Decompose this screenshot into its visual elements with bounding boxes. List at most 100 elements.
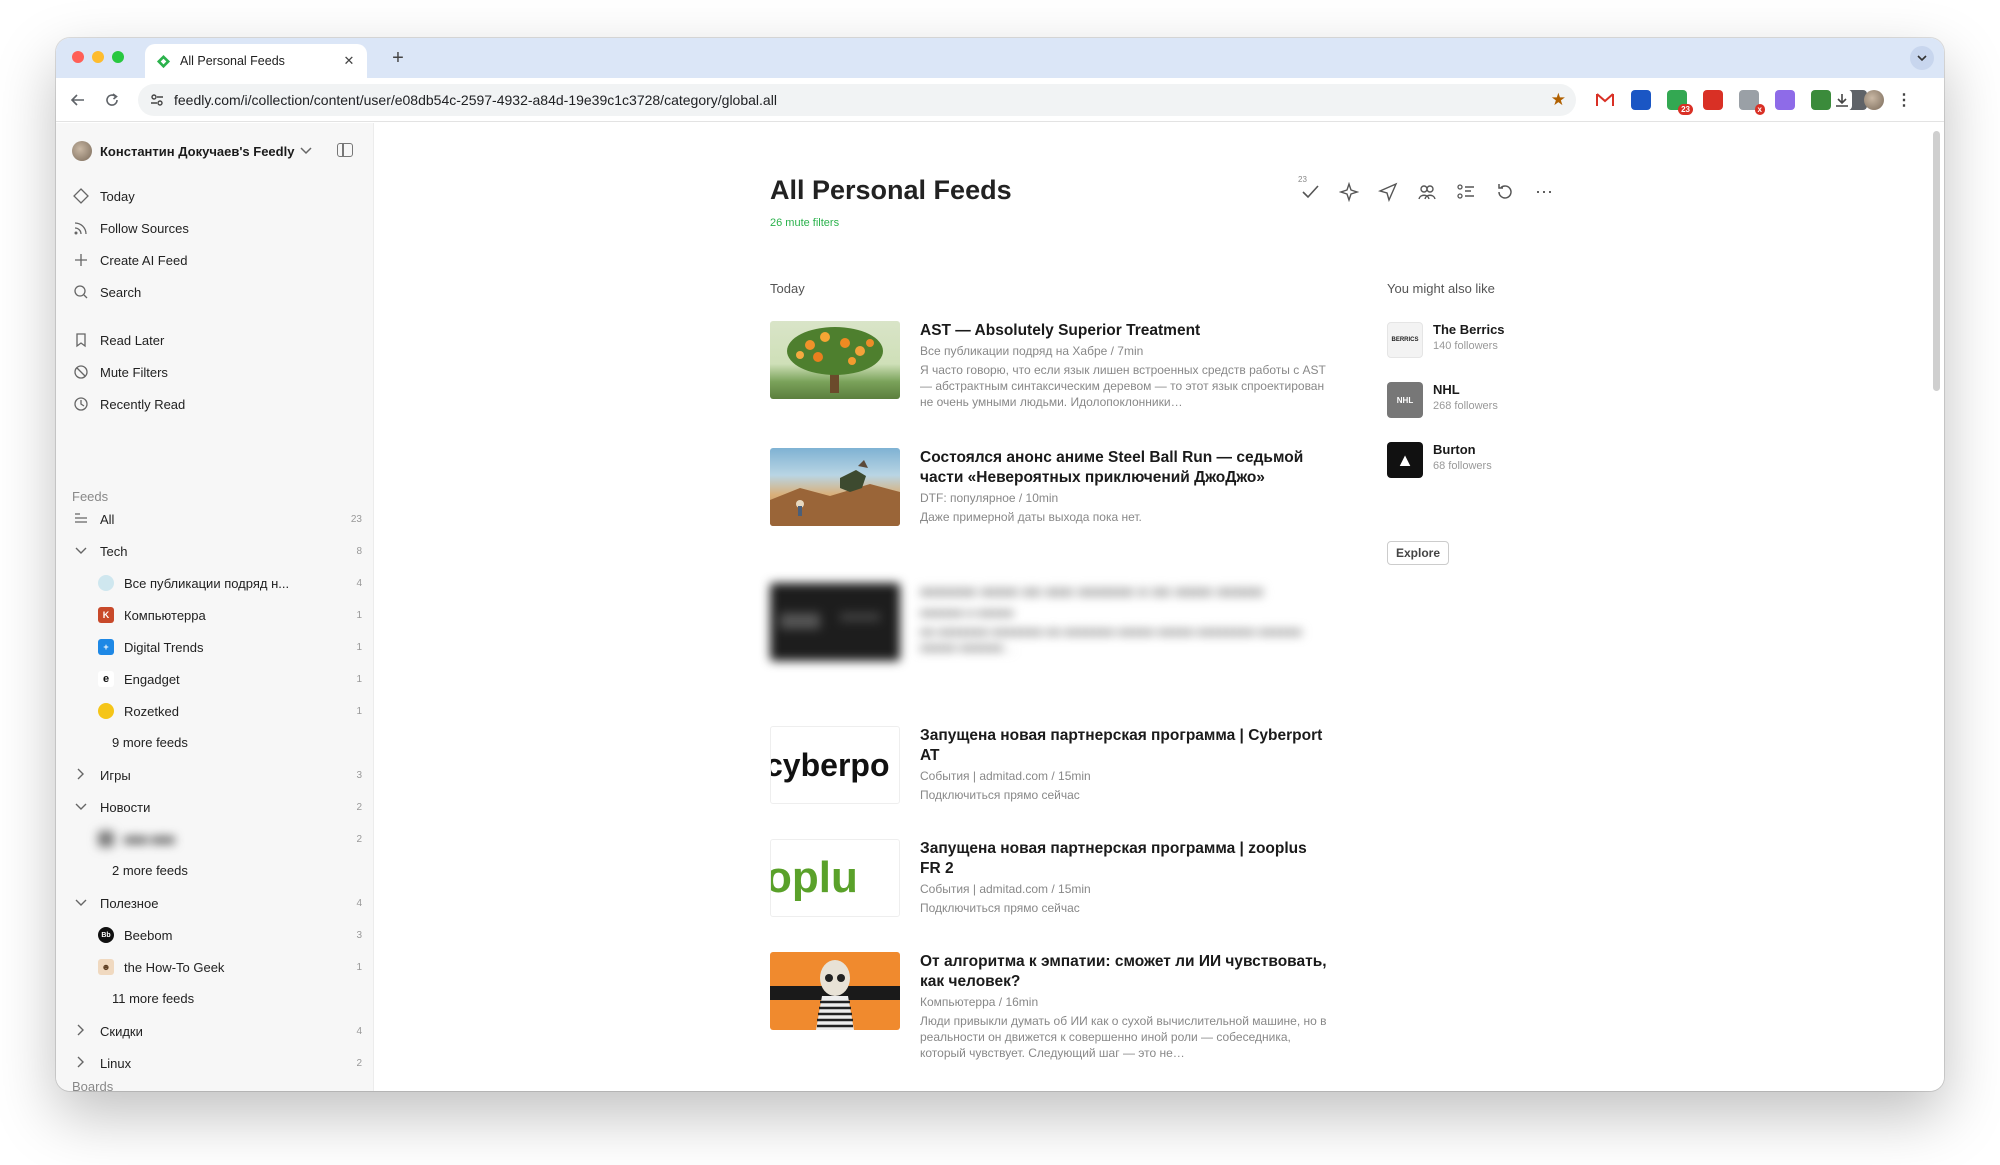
article-thumbnail[interactable] (770, 583, 900, 661)
feed-label: Digital Trends (124, 639, 204, 655)
team-icon[interactable] (1414, 179, 1440, 205)
minimize-window-button[interactable] (92, 51, 104, 63)
green-extension-icon[interactable]: 23 (1667, 90, 1693, 115)
scrollbar[interactable] (1933, 131, 1940, 391)
feed-count: 2 (356, 833, 362, 845)
chevron-right-icon[interactable] (72, 1024, 90, 1039)
layout-list-icon[interactable] (1453, 179, 1479, 205)
explore-button[interactable]: Explore (1387, 541, 1449, 565)
active-tab[interactable]: All Personal Feeds ✕ (145, 44, 367, 78)
nav-follow-sources[interactable]: Follow Sources (72, 217, 189, 239)
article-thumbnail[interactable] (770, 321, 900, 399)
recommendation-name: The Berrics (1433, 322, 1505, 337)
article-thumbnail[interactable]: oplu (770, 839, 900, 917)
nav-read-later[interactable]: Read Later (72, 329, 164, 351)
refresh-icon[interactable] (1492, 179, 1518, 205)
account-switcher[interactable]: Константин Докучаев's Feedly (72, 141, 312, 161)
article-card[interactable]: cyberpo Запущена новая партнерская прогр… (770, 726, 1330, 816)
recommendation-item[interactable]: BERRICS The Berrics 140 followers (1387, 322, 1505, 358)
article-thumbnail[interactable] (770, 952, 900, 1030)
reload-button[interactable] (100, 88, 124, 112)
nav-search[interactable]: Search (72, 281, 141, 303)
profile-avatar[interactable] (1864, 90, 1884, 110)
feed-engadget[interactable]: e Engadget 1 (72, 668, 362, 690)
feed-rozetked[interactable]: Rozetked 1 (72, 700, 362, 722)
feed-habr[interactable]: Все публикации подряд н... 4 (72, 572, 362, 594)
nav-today-label: Today (100, 188, 135, 204)
bookmark-star-icon[interactable]: ★ (1551, 90, 1566, 110)
nav-mute-filters[interactable]: Mute Filters (72, 361, 168, 383)
more-options-icon[interactable]: ⋯ (1531, 179, 1557, 205)
chevron-right-icon[interactable] (72, 1056, 90, 1071)
feed-redacted[interactable]: ■■■ ■■■ 2 (72, 828, 362, 850)
article-card[interactable]: От алгоритма к эмпатии: сможет ли ИИ чув… (770, 952, 1330, 1062)
tech-more-feeds-link[interactable]: 9 more feeds (112, 735, 188, 750)
blue-extension-icon[interactable] (1631, 90, 1651, 110)
close-window-button[interactable] (72, 51, 84, 63)
new-tab-button[interactable]: + (386, 46, 410, 70)
article-title[interactable]: От алгоритма к эмпатии: сможет ли ИИ чув… (920, 952, 1330, 992)
nav-create-ai-feed[interactable]: Create AI Feed (72, 249, 187, 271)
article-thumbnail[interactable]: cyberpo (770, 726, 900, 804)
group-news[interactable]: Новости 2 (72, 796, 362, 818)
group-linux[interactable]: Linux 2 (72, 1052, 362, 1074)
feed-digital-trends[interactable]: + Digital Trends 1 (72, 636, 362, 658)
engadget-icon: e (98, 671, 114, 687)
purple-extension-icon[interactable] (1775, 90, 1795, 110)
article-card-blurred[interactable]: ■■■■■■ ■■■■ ■■ ■■■ ■■■■■■ ■ ■■ ■■■■ ■■■■… (770, 583, 1330, 693)
feed-label: Все публикации подряд н... (124, 575, 290, 591)
gmail-extension-icon[interactable] (1595, 90, 1615, 110)
recommendation-item[interactable]: ▲ Burton 68 followers (1387, 442, 1492, 478)
article-title[interactable]: Состоялся анонс аниме Steel Ball Run — с… (920, 448, 1330, 488)
article-title[interactable]: ■■■■■■ ■■■■ ■■ ■■■ ■■■■■■ ■ ■■ ■■■■ ■■■■… (920, 583, 1330, 603)
ai-sparkle-icon[interactable] (1336, 179, 1362, 205)
article-summary: Я часто говорю, что если язык лишен встр… (920, 363, 1326, 409)
unread-count: 23 (1298, 175, 1307, 184)
feed-how-to-geek[interactable]: ☻ the How-To Geek 1 (72, 956, 362, 978)
group-games[interactable]: Игры 3 (72, 764, 362, 786)
news-more-feeds-link[interactable]: 2 more feeds (112, 863, 188, 878)
tab-close-icon[interactable]: ✕ (341, 53, 357, 69)
tab-title: All Personal Feeds (180, 54, 285, 68)
camera-extension-icon[interactable] (1811, 90, 1831, 110)
share-send-icon[interactable] (1375, 179, 1401, 205)
address-bar[interactable]: feedly.com/i/collection/content/user/e08… (138, 84, 1576, 116)
nav-today[interactable]: Today (72, 185, 135, 207)
feed-computerra[interactable]: K Компьютерра 1 (72, 604, 362, 626)
article-card[interactable]: AST — Absolutely Superior Treatment Все … (770, 321, 1330, 421)
red-extension-icon[interactable] (1703, 90, 1723, 110)
feed-label: ■■■ ■■■ (124, 831, 175, 847)
group-games-count: 3 (356, 769, 362, 781)
gray-extension-icon[interactable]: x (1739, 90, 1765, 115)
back-button[interactable] (66, 88, 90, 112)
article-title[interactable]: Запущена новая партнерская программа | C… (920, 726, 1330, 766)
mute-filters-link[interactable]: 26 mute filters (770, 217, 839, 229)
feed-label: Компьютерра (124, 607, 206, 623)
site-info-icon[interactable] (148, 91, 166, 109)
download-icon[interactable] (1832, 90, 1852, 110)
article-card[interactable]: Состоялся анонс аниме Steel Ball Run — с… (770, 448, 1330, 558)
article-card[interactable]: oplu Запущена новая партнерская программ… (770, 839, 1330, 929)
chevron-down-icon[interactable] (72, 544, 90, 558)
chevron-down-icon[interactable] (72, 896, 90, 910)
chevron-down-icon[interactable] (72, 800, 90, 814)
mark-all-read-button[interactable]: 23 (1296, 175, 1322, 205)
collapse-sidebar-icon[interactable] (337, 143, 353, 157)
feed-beebom[interactable]: Bb Beebom 3 (72, 924, 362, 946)
article-title[interactable]: Запущена новая партнерская программа | z… (920, 839, 1330, 879)
nav-follow-sources-label: Follow Sources (100, 220, 189, 236)
nav-recently-read[interactable]: Recently Read (72, 393, 185, 415)
feed-all[interactable]: All 23 (72, 508, 362, 530)
tab-search-button[interactable] (1910, 46, 1934, 70)
useful-more-feeds-link[interactable]: 11 more feeds (112, 991, 194, 1006)
chevron-right-icon[interactable] (72, 768, 90, 783)
article-thumbnail[interactable] (770, 448, 900, 526)
recommendation-item[interactable]: NHL NHL 268 followers (1387, 382, 1498, 418)
group-tech[interactable]: Tech 8 (72, 540, 362, 562)
group-discounts[interactable]: Скидки 4 (72, 1020, 362, 1042)
group-useful[interactable]: Полезное 4 (72, 892, 362, 914)
zoom-window-button[interactable] (112, 51, 124, 63)
article-title[interactable]: AST — Absolutely Superior Treatment (920, 321, 1330, 341)
browser-menu-icon[interactable]: ⋮ (1894, 90, 1914, 110)
nav-recently-read-label: Recently Read (100, 396, 186, 412)
